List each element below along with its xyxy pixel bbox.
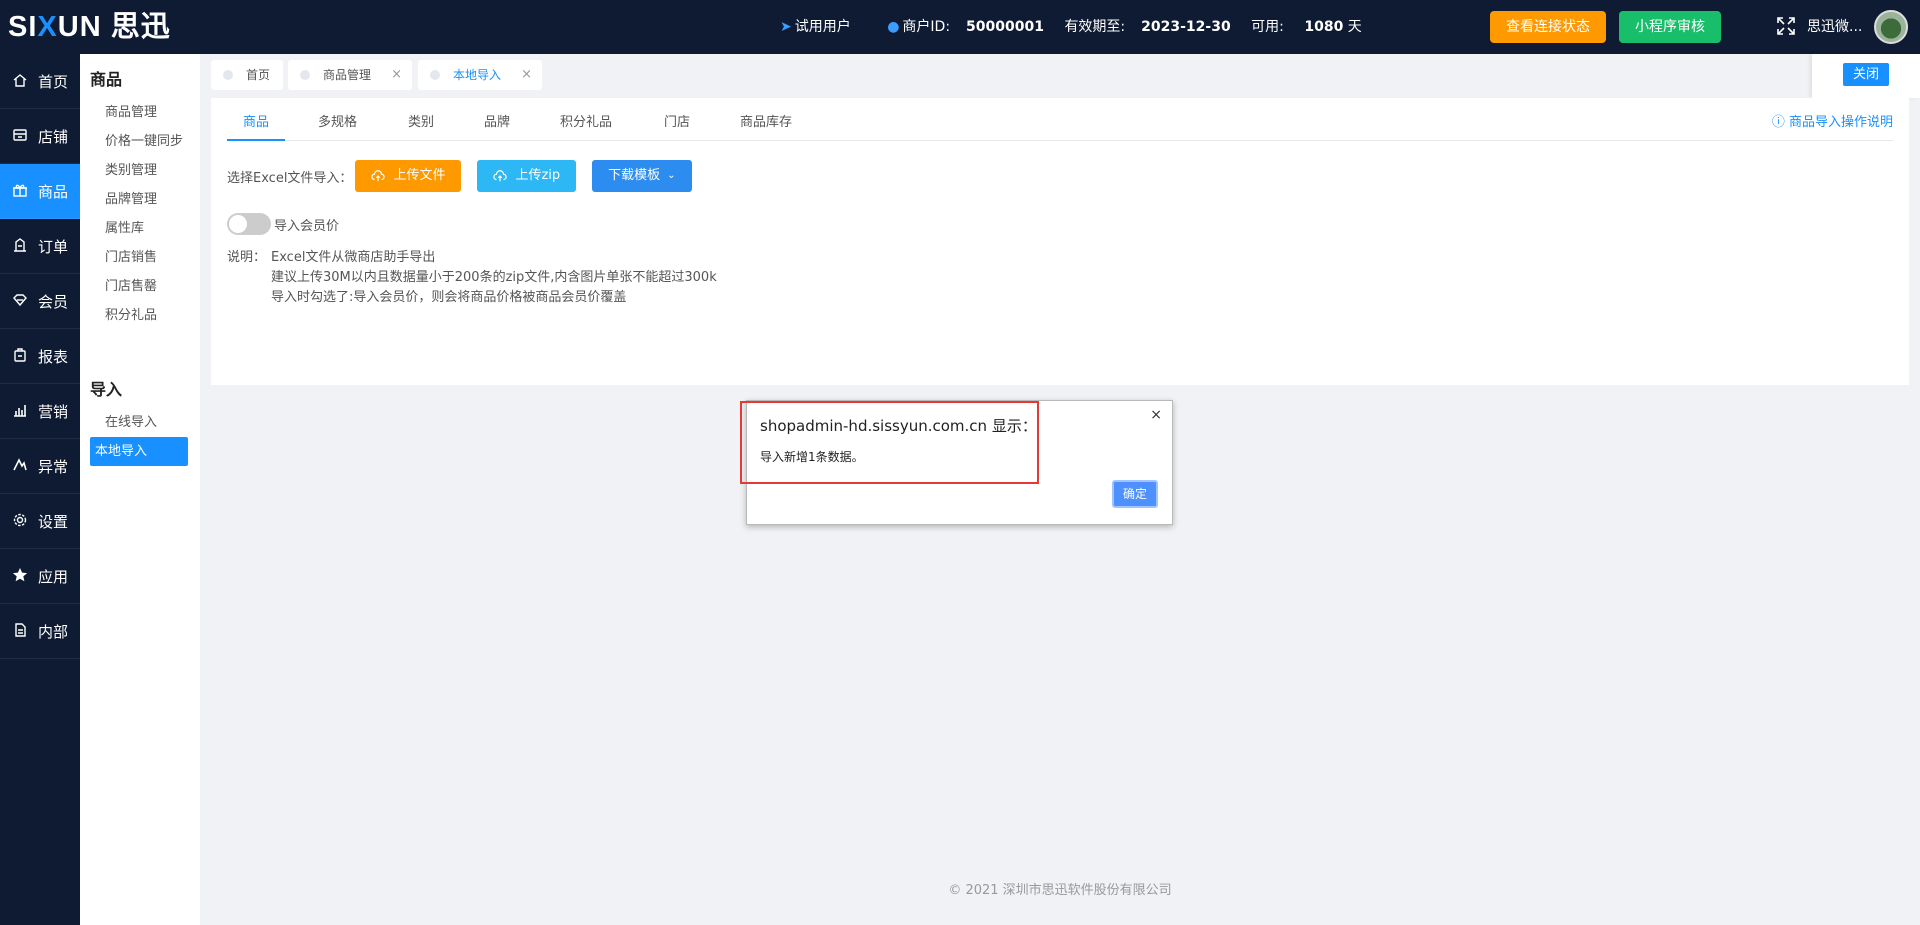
- merchant-id: ● 商户ID: 50000001: [887, 19, 1044, 35]
- subnav-group-import-title: 导入: [90, 380, 123, 399]
- subnav-item-category-management[interactable]: 类别管理: [90, 156, 188, 185]
- nav-item-marketing[interactable]: 营销: [0, 384, 80, 439]
- tab-dot: [300, 70, 310, 80]
- nav-item-apps[interactable]: 应用: [0, 549, 80, 604]
- tab-goods-stock[interactable]: 商品库存: [740, 108, 792, 141]
- main-nav: 首页 店铺 商品 订单 会员 报表 营销 异常 设置 应用 内部: [0, 54, 80, 925]
- download-template-button[interactable]: 下载模板 ⌄: [592, 160, 692, 192]
- account-info: ➤ 试用用户 ● 商户ID: 50000001 有效期至: 2023-12-30 可用:…: [780, 0, 1394, 54]
- member-price-row: 导入会员价: [227, 213, 339, 235]
- view-connection-status-button[interactable]: 查看连接状态: [1490, 11, 1606, 43]
- paper-plane-icon: ➤: [780, 19, 792, 35]
- cloud-upload-icon: [371, 170, 386, 182]
- red-highlight-box: [740, 401, 1039, 484]
- import-notes: 说明： Excel文件从微商店助手导出 建议上传30M以内且数据量小于200条的z…: [227, 248, 717, 308]
- import-member-price-switch[interactable]: [227, 213, 271, 235]
- chevron-down-icon: ⌄: [667, 170, 676, 181]
- order-icon: [12, 237, 30, 255]
- note-key: 说明：: [227, 250, 267, 265]
- chart-icon: [12, 402, 30, 420]
- nav-item-store[interactable]: 店铺: [0, 109, 80, 164]
- nav-item-settings[interactable]: 设置: [0, 494, 80, 549]
- page-tab-goods-management[interactable]: 商品管理 ×: [288, 60, 412, 90]
- tab-points-gifts[interactable]: 积分礼品: [560, 108, 612, 141]
- note-line: 导入时勾选了:导入会员价，则会将商品价格被商品会员价覆盖: [271, 290, 627, 305]
- subnav-item-brand-management[interactable]: 品牌管理: [90, 185, 188, 214]
- page-tabs: 首页 商品管理 × 本地导入 ×: [200, 54, 1920, 98]
- nav-item-internal[interactable]: 内部: [0, 604, 80, 659]
- available-days: 可用: 1080 天: [1251, 19, 1362, 35]
- subnav-item-goods-management[interactable]: 商品管理: [90, 98, 188, 127]
- tab-store[interactable]: 门店: [664, 108, 690, 141]
- import-member-price-label: 导入会员价: [274, 218, 340, 234]
- nav-item-report[interactable]: 报表: [0, 329, 80, 384]
- avatar[interactable]: [1874, 10, 1908, 44]
- tab-brand[interactable]: 品牌: [484, 108, 510, 141]
- warning-icon: [12, 457, 30, 475]
- star-icon: [12, 567, 30, 585]
- note-line: 建议上传30M以内且数据量小于200条的zip文件,内含图片单张不能超过300k: [271, 270, 717, 285]
- nav-item-member[interactable]: 会员: [0, 274, 80, 329]
- tab-multi-spec[interactable]: 多规格: [318, 108, 357, 141]
- import-help-link[interactable]: ⓘ 商品导入操作说明: [1772, 108, 1893, 138]
- upload-row: 选择Excel文件导入： 上传文件 上传zip 下载模板 ⌄: [227, 160, 708, 192]
- gear-icon: [12, 512, 30, 530]
- import-card: 商品 多规格 类别 品牌 积分礼品 门店 商品库存 ⓘ 商品导入操作说明 选择E…: [211, 98, 1909, 385]
- cloud-upload-icon: [493, 170, 508, 182]
- page-tab-local-import[interactable]: 本地导入 ×: [418, 60, 542, 90]
- tab-goods[interactable]: 商品: [227, 108, 286, 141]
- subnav-item-store-sales[interactable]: 门店销售: [90, 243, 188, 272]
- note-line: Excel文件从微商店助手导出: [271, 250, 436, 265]
- content-tabs: 商品 多规格 类别 品牌 积分礼品 门店 商品库存 ⓘ 商品导入操作说明: [227, 108, 1893, 141]
- diamond-icon: [12, 292, 30, 310]
- subnav-item-price-sync[interactable]: 价格一键同步: [90, 127, 188, 156]
- footer-copyright: © 2021 深圳市思迅软件股份有限公司: [948, 883, 1172, 898]
- sixun-logo: SIXUN 思迅: [8, 11, 171, 43]
- close-icon[interactable]: ×: [391, 60, 402, 90]
- page-tab-home[interactable]: 首页: [211, 60, 283, 90]
- tab-dot: [223, 70, 233, 80]
- mini-program-review-button[interactable]: 小程序审核: [1619, 11, 1721, 43]
- close-icon[interactable]: ×: [1150, 407, 1162, 423]
- nav-item-order[interactable]: 订单: [0, 219, 80, 274]
- home-icon: [12, 72, 30, 90]
- close-icon[interactable]: ×: [521, 60, 532, 90]
- select-excel-label: 选择Excel文件导入：: [227, 170, 353, 186]
- subnav-item-points-gifts[interactable]: 积分礼品: [90, 301, 188, 330]
- valid-until: 有效期至: 2023-12-30: [1064, 19, 1231, 35]
- subnav-item-attribute-library[interactable]: 属性库: [90, 214, 188, 243]
- gift-icon: [12, 182, 30, 200]
- dialog-ok-button[interactable]: 确定: [1112, 480, 1158, 508]
- close-button[interactable]: 关闭: [1843, 63, 1890, 86]
- droplet-icon: ●: [887, 19, 900, 35]
- document-icon: [12, 622, 30, 640]
- upload-zip-button[interactable]: 上传zip: [477, 160, 577, 192]
- nav-item-goods[interactable]: 商品: [0, 164, 80, 219]
- nav-item-exception[interactable]: 异常: [0, 439, 80, 494]
- subnav-item-local-import[interactable]: 本地导入: [90, 437, 188, 466]
- nav-item-home[interactable]: 首页: [0, 54, 80, 109]
- upload-file-button[interactable]: 上传文件: [355, 160, 462, 192]
- sub-nav: 商品 商品管理 价格一键同步 类别管理 品牌管理 属性库 门店销售 门店售罄 积…: [80, 54, 200, 925]
- tab-category[interactable]: 类别: [408, 108, 434, 141]
- report-icon: [12, 347, 30, 365]
- subnav-item-online-import[interactable]: 在线导入: [90, 408, 188, 437]
- user-name[interactable]: 思迅微...: [1807, 0, 1862, 54]
- trial-user: ➤ 试用用户: [780, 19, 851, 35]
- subnav-item-store-sold-out[interactable]: 门店售罄: [90, 272, 188, 301]
- subnav-group-goods-title: 商品: [90, 70, 123, 89]
- store-icon: [12, 127, 30, 145]
- question-circle-icon: ⓘ: [1771, 115, 1785, 130]
- tab-dot: [430, 70, 440, 80]
- top-bar: SIXUN 思迅 ➤ 试用用户 ● 商户ID: 50000001 有效期至: 2023-…: [0, 0, 1920, 54]
- fullscreen-icon[interactable]: [1776, 16, 1796, 36]
